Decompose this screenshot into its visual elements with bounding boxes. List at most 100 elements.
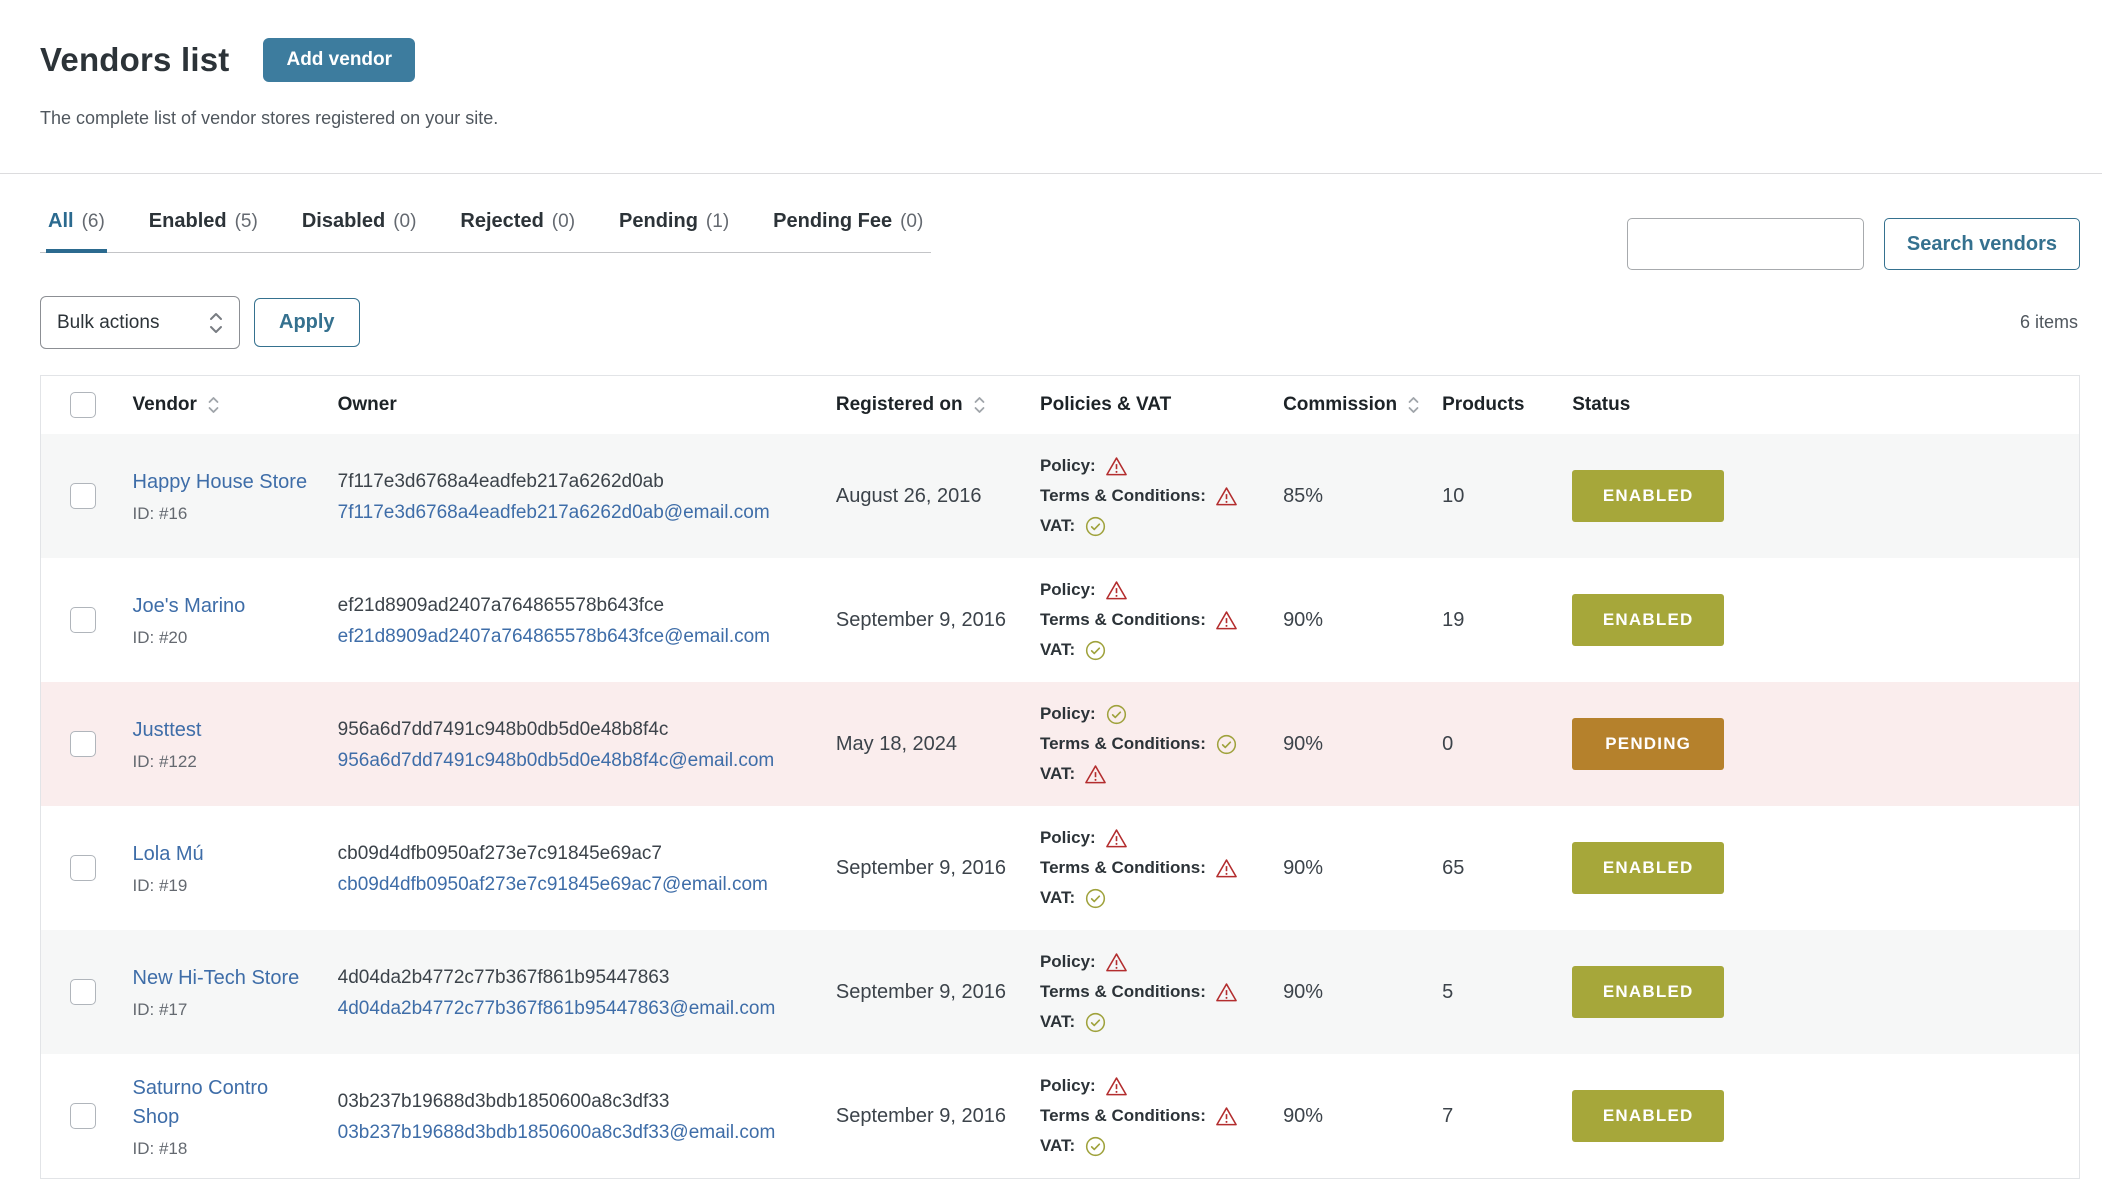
policy-label: Policy:	[1040, 947, 1096, 977]
terms-status-icon	[1215, 981, 1238, 1004]
commission-cell: 90%	[1283, 1054, 1442, 1179]
vendor-name-link[interactable]: Justtest	[133, 716, 202, 745]
owner-cell: 03b237b19688d3bdb1850600a8c3df33 03b237b…	[338, 1054, 836, 1179]
table-header-row: Vendor Owner Registered on	[41, 376, 2080, 435]
vat-label: VAT:	[1040, 759, 1075, 789]
tab-count: (0)	[393, 211, 416, 233]
vendors-table: Vendor Owner Registered on	[40, 375, 2080, 1179]
tab-label: Pending	[619, 210, 698, 233]
tab-pending[interactable]: Pending (1)	[617, 206, 731, 253]
row-checkbox[interactable]	[70, 607, 96, 633]
sort-vendor-header[interactable]: Vendor	[133, 394, 221, 416]
policy-status-icon	[1105, 951, 1128, 974]
commission-value: 90%	[1283, 733, 1323, 755]
sort-registered-header[interactable]: Registered on	[836, 394, 987, 416]
search-group: Search vendors	[1627, 218, 2080, 270]
policy-label: Policy:	[1040, 699, 1096, 729]
row-checkbox[interactable]	[70, 731, 96, 757]
vendor-name-link[interactable]: Saturno Contro Shop	[133, 1074, 316, 1132]
owner-email-link[interactable]: 4d04da2b4772c77b367f861b95447863@email.c…	[338, 998, 776, 1020]
status-cell: ENABLED	[1572, 558, 2079, 682]
select-chevrons-icon	[207, 310, 225, 336]
status-badge[interactable]: ENABLED	[1572, 1090, 1724, 1142]
tab-enabled[interactable]: Enabled (5)	[147, 206, 260, 253]
tab-rejected[interactable]: Rejected (0)	[458, 206, 577, 253]
tab-count: (5)	[235, 211, 258, 233]
vat-label: VAT:	[1040, 883, 1075, 913]
status-badge[interactable]: ENABLED	[1572, 470, 1724, 522]
owner-email-link[interactable]: cb09d4dfb0950af273e7c91845e69ac7@email.c…	[338, 874, 768, 896]
commission-value: 90%	[1283, 609, 1323, 631]
sort-icon	[972, 394, 987, 416]
registered-cell: September 9, 2016	[836, 558, 1040, 682]
commission-cell: 90%	[1283, 930, 1442, 1054]
tab-disabled[interactable]: Disabled (0)	[300, 206, 419, 253]
row-checkbox[interactable]	[70, 979, 96, 1005]
column-header-commission: Commission	[1283, 394, 1397, 416]
status-tabs: All (6) Enabled (5) Disabled (0) Rejecte…	[40, 206, 931, 253]
vendor-cell: Happy House Store ID: #16	[133, 434, 338, 558]
owner-email-link[interactable]: 956a6d7dd7491c948b0db5d0e48b8f4c@email.c…	[338, 750, 775, 772]
vendor-name-link[interactable]: New Hi-Tech Store	[133, 964, 300, 993]
bulk-actions-select[interactable]: Bulk actions	[40, 296, 240, 349]
owner-cell: cb09d4dfb0950af273e7c91845e69ac7 cb09d4d…	[338, 806, 836, 930]
policy-status-icon	[1105, 455, 1128, 478]
policy-status-icon	[1105, 827, 1128, 850]
row-checkbox[interactable]	[70, 855, 96, 881]
owner-email-link[interactable]: 7f117e3d6768a4eadfeb217a6262d0ab@email.c…	[338, 502, 770, 524]
select-all-checkbox[interactable]	[70, 392, 96, 418]
policies-cell: Policy: Terms & Conditions: VAT:	[1040, 558, 1283, 682]
terms-label: Terms & Conditions:	[1040, 729, 1206, 759]
status-badge[interactable]: ENABLED	[1572, 966, 1724, 1018]
items-count: 6 items	[2020, 312, 2080, 333]
terms-status-icon	[1215, 1105, 1238, 1128]
tab-all[interactable]: All (6)	[46, 206, 107, 253]
apply-button[interactable]: Apply	[254, 298, 360, 347]
registered-cell: September 9, 2016	[836, 1054, 1040, 1179]
status-badge[interactable]: ENABLED	[1572, 594, 1724, 646]
owner-cell: 4d04da2b4772c77b367f861b95447863 4d04da2…	[338, 930, 836, 1054]
products-value: 19	[1442, 609, 1464, 631]
search-input[interactable]	[1627, 218, 1864, 270]
sort-commission-header[interactable]: Commission	[1283, 394, 1421, 416]
row-checkbox[interactable]	[70, 1103, 96, 1129]
row-checkbox[interactable]	[70, 483, 96, 509]
policy-label: Policy:	[1040, 575, 1096, 605]
products-cell: 10	[1442, 434, 1572, 558]
status-badge[interactable]: ENABLED	[1572, 842, 1724, 894]
tab-label: Pending Fee	[773, 210, 892, 233]
vendor-cell: Justtest ID: #122	[133, 682, 338, 806]
add-vendor-button[interactable]: Add vendor	[263, 38, 415, 82]
owner-cell: ef21d8909ad2407a764865578b643fce ef21d89…	[338, 558, 836, 682]
registered-date: September 9, 2016	[836, 981, 1006, 1003]
policy-status-icon	[1105, 703, 1128, 726]
commission-value: 90%	[1283, 857, 1323, 879]
products-value: 65	[1442, 857, 1464, 879]
tab-pending-fee[interactable]: Pending Fee (0)	[771, 206, 925, 253]
vendor-cell: Saturno Contro Shop ID: #18	[133, 1054, 338, 1179]
owner-hash: 4d04da2b4772c77b367f861b95447863	[338, 964, 836, 993]
column-header-owner: Owner	[338, 394, 397, 415]
status-badge[interactable]: PENDING	[1572, 718, 1724, 770]
vendors-table-wrap: Vendor Owner Registered on	[40, 375, 2080, 1179]
terms-label: Terms & Conditions:	[1040, 481, 1206, 511]
table-row: Happy House Store ID: #16 7f117e3d6768a4…	[41, 434, 2080, 558]
bulk-actions-selected-value: Bulk actions	[57, 312, 159, 334]
vat-status-icon	[1084, 1011, 1107, 1034]
table-row: Saturno Contro Shop ID: #18 03b237b19688…	[41, 1054, 2080, 1179]
vendor-cell: Joe's Marino ID: #20	[133, 558, 338, 682]
tab-label: All	[48, 210, 74, 233]
vendor-name-link[interactable]: Lola Mú	[133, 840, 204, 869]
registered-date: August 26, 2016	[836, 485, 982, 507]
policies-cell: Policy: Terms & Conditions: VAT:	[1040, 682, 1283, 806]
owner-email-link[interactable]: ef21d8909ad2407a764865578b643fce@email.c…	[338, 626, 770, 648]
terms-label: Terms & Conditions:	[1040, 1101, 1206, 1131]
search-vendors-button[interactable]: Search vendors	[1884, 218, 2080, 270]
owner-cell: 7f117e3d6768a4eadfeb217a6262d0ab 7f117e3…	[338, 434, 836, 558]
terms-status-icon	[1215, 485, 1238, 508]
owner-email-link[interactable]: 03b237b19688d3bdb1850600a8c3df33@email.c…	[338, 1122, 776, 1144]
vendor-name-link[interactable]: Happy House Store	[133, 468, 308, 497]
vendor-name-link[interactable]: Joe's Marino	[133, 592, 246, 621]
vendor-id: ID: #16	[133, 504, 316, 524]
policy-status-icon	[1105, 1075, 1128, 1098]
